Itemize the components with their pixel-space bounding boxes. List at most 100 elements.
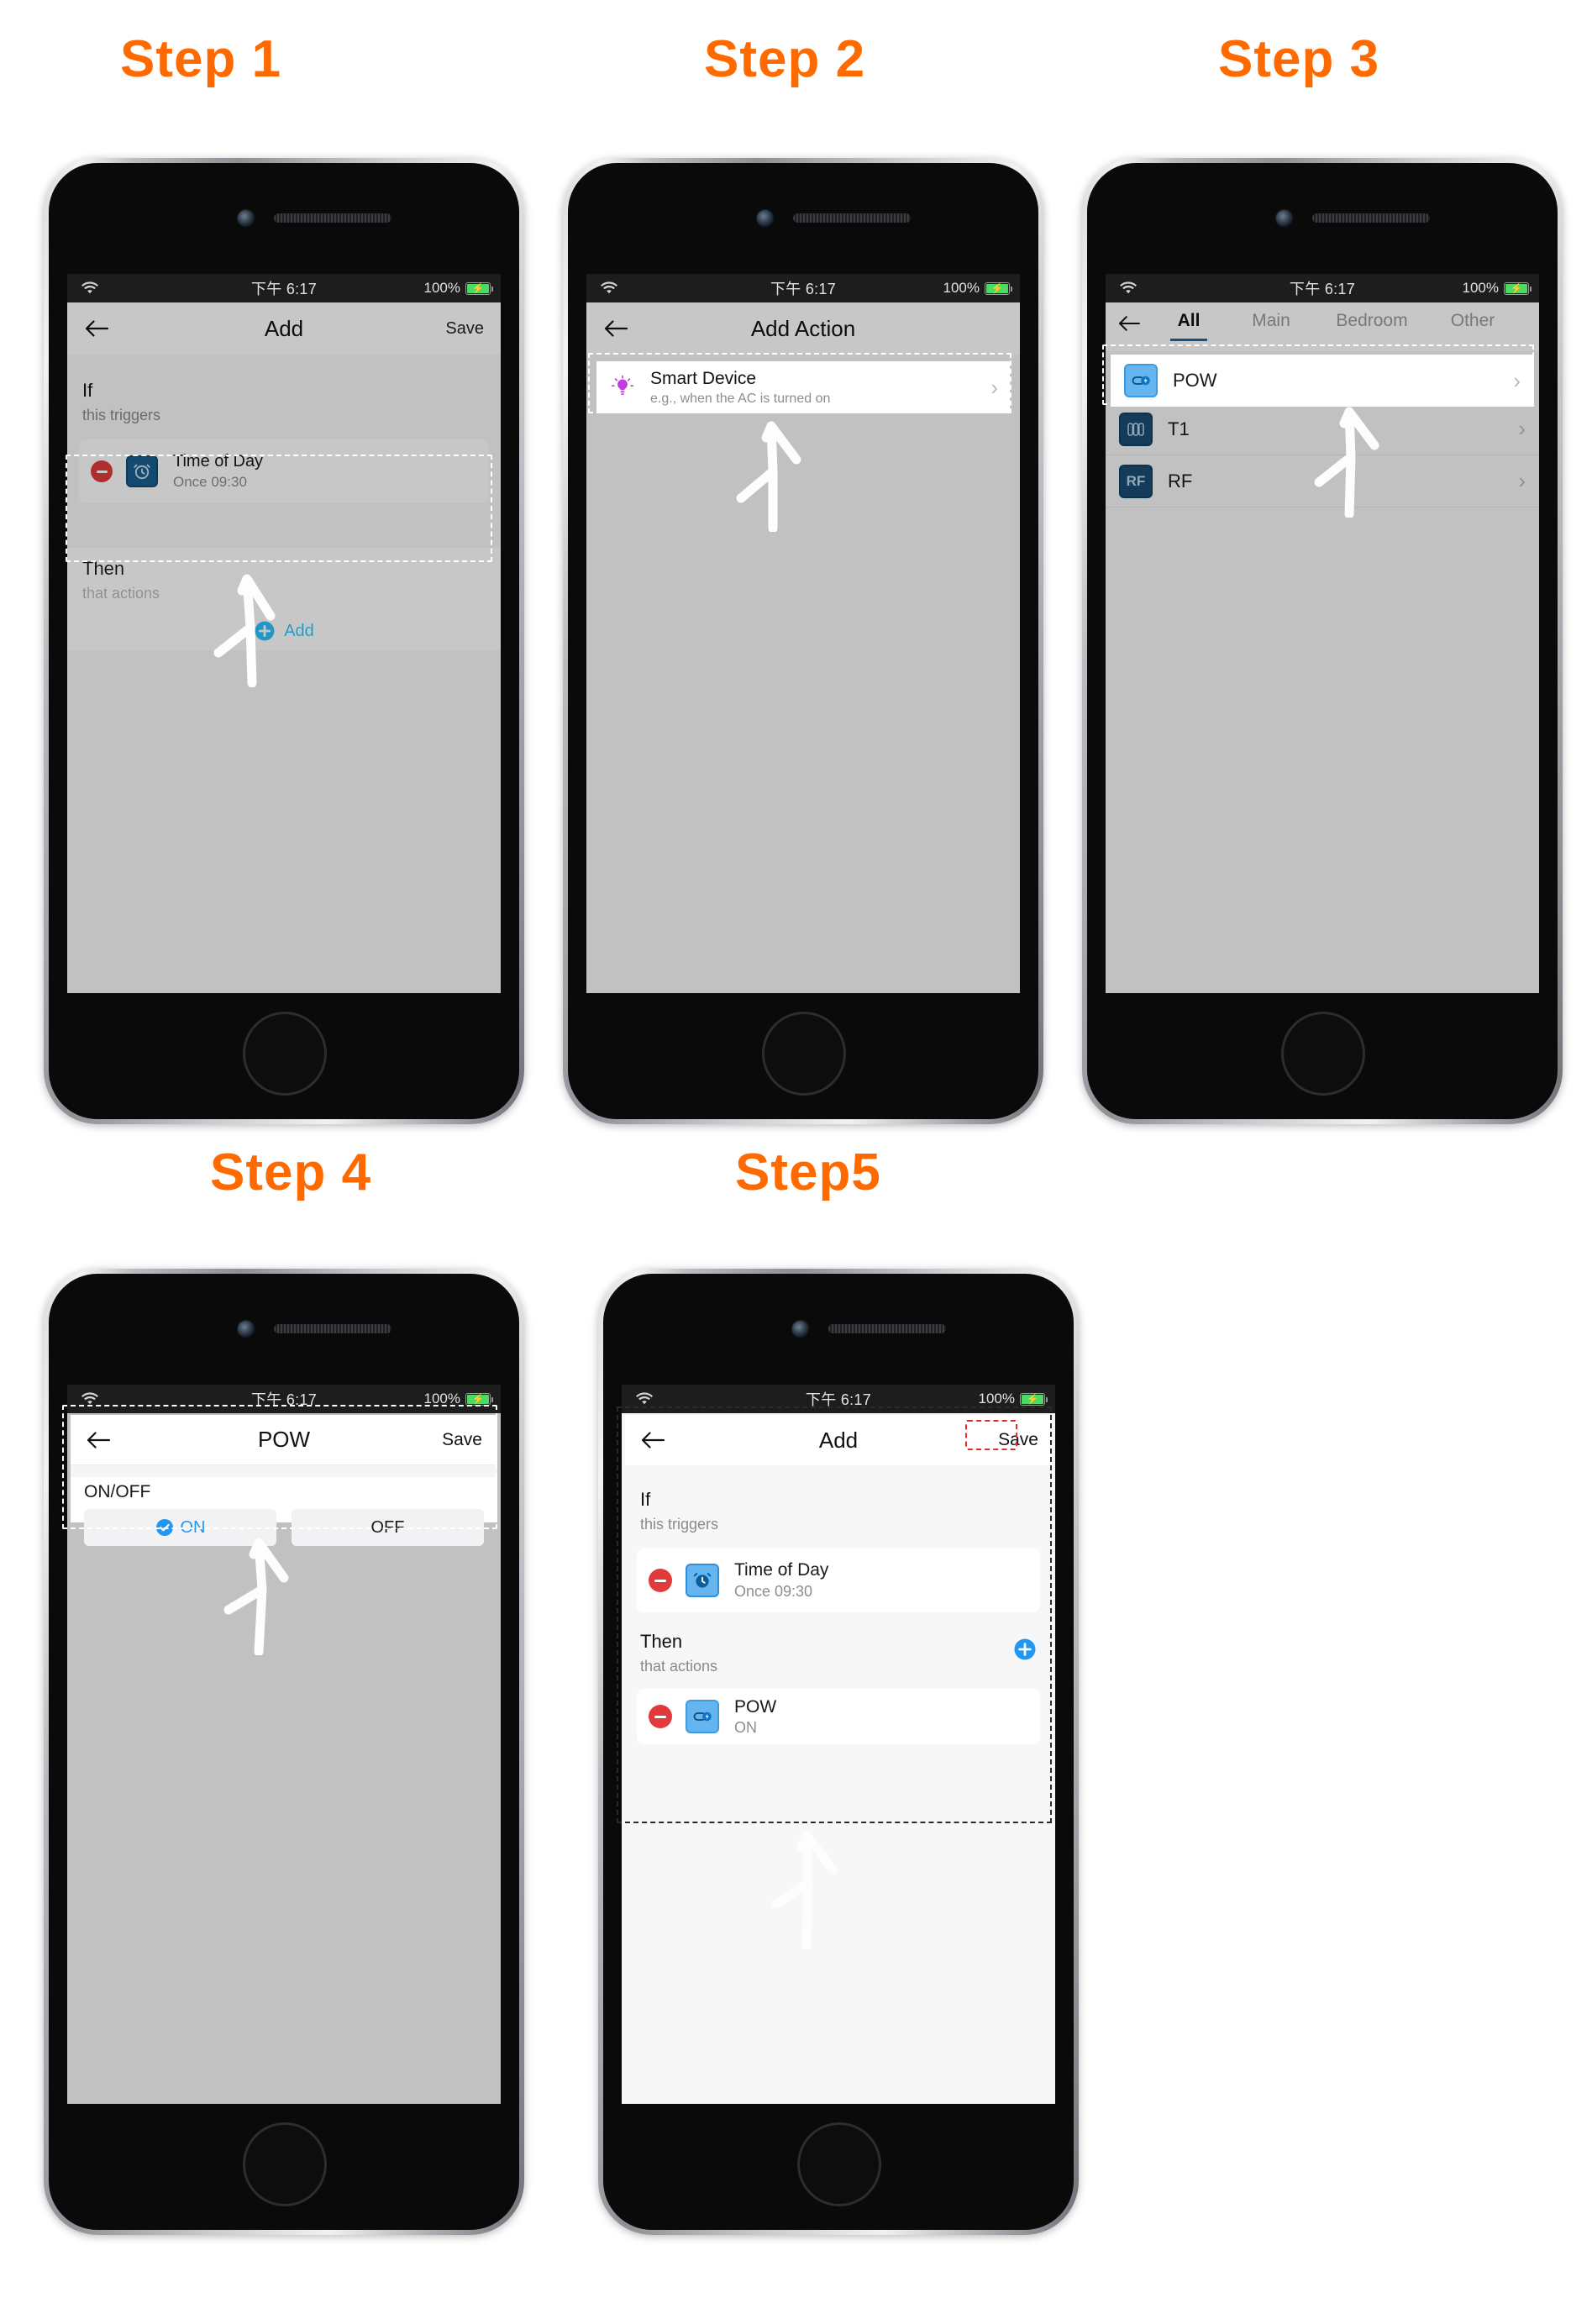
pow-panel: POW Save ON/OFF ON OFF — [71, 1415, 497, 1546]
remove-icon[interactable] — [649, 1705, 672, 1728]
add-action-icon-button[interactable] — [1013, 1638, 1037, 1661]
then-section-label: Then — [640, 1631, 683, 1652]
phone-frame-step-4: 下午 6:17 100% ⚡ POW Save ON/OFF ON OFF — [44, 1269, 524, 2235]
tab-other[interactable]: Other — [1426, 311, 1519, 331]
device-list-bg: T1 › RF RF › — [1106, 351, 1539, 993]
trigger-row[interactable]: Time of Day Once 09:30 — [637, 1548, 1040, 1612]
battery-icon: ⚡ — [465, 281, 493, 295]
home-button[interactable] — [243, 2122, 327, 2206]
device-row-pow[interactable]: POW › — [1111, 355, 1534, 407]
save-button[interactable]: Save — [998, 1430, 1038, 1450]
smart-plug-icon — [1124, 364, 1158, 397]
alarm-clock-icon — [686, 1564, 719, 1597]
onoff-options: ON OFF — [84, 1509, 484, 1546]
status-bar: 下午 6:17 100% ⚡ — [67, 274, 501, 302]
earpiece-speaker — [793, 213, 911, 223]
home-button[interactable] — [243, 1012, 327, 1096]
tab-bar-step-3: All Main Bedroom Other — [1106, 302, 1539, 351]
screen-step-2: 下午 6:17 100% ⚡ Add Action Smart Device e… — [586, 274, 1020, 993]
home-button[interactable] — [762, 1012, 846, 1096]
tab-all[interactable]: All — [1153, 311, 1225, 341]
plus-circle-icon — [254, 620, 276, 642]
add-action-label: Add — [284, 621, 314, 640]
if-section-subtitle: this triggers — [640, 1516, 719, 1533]
screen-step-3: 下午 6:17 100% ⚡ All Main Bedroom Other T1… — [1106, 274, 1539, 993]
plus-circle-icon — [1013, 1638, 1037, 1661]
wall-switch-icon — [1119, 412, 1153, 446]
battery-percent: 100% — [978, 1391, 1015, 1406]
onoff-group-label: ON/OFF — [84, 1482, 151, 1501]
screen-step-5: 下午 6:17 100% ⚡ Add Save If this triggers… — [622, 1385, 1055, 2104]
smart-plug-icon — [686, 1700, 719, 1733]
panel-spacer — [71, 1465, 497, 1477]
page-title: Add Action — [750, 315, 856, 341]
status-bar: 下午 6:17 100% ⚡ — [67, 1385, 501, 1413]
option-off[interactable]: OFF — [292, 1509, 484, 1546]
battery-icon: ⚡ — [1020, 1392, 1048, 1406]
save-button[interactable]: Save — [442, 1430, 482, 1450]
smart-device-subtitle: e.g., when the AC is turned on — [650, 391, 831, 406]
if-section-label: If — [640, 1489, 651, 1510]
smart-device-title: Smart Device — [650, 368, 757, 388]
trigger-row[interactable]: Time of Day Once 09:30 — [79, 439, 489, 503]
option-on[interactable]: ON — [84, 1509, 276, 1546]
action-title: POW — [734, 1696, 777, 1717]
front-camera-icon — [237, 1320, 255, 1338]
option-on-label: ON — [180, 1517, 206, 1537]
then-section-subtitle: that actions — [640, 1658, 718, 1675]
status-bar: 下午 6:17 100% ⚡ — [1106, 274, 1539, 302]
add-action-button[interactable]: Add — [67, 612, 501, 650]
front-camera-icon — [756, 209, 775, 228]
tab-other-label: Other — [1450, 311, 1495, 330]
step-5-title: Step5 — [735, 1144, 881, 1201]
rf-bridge-icon: RF — [1119, 464, 1153, 498]
remove-icon[interactable] — [91, 460, 113, 482]
tab-bedroom-label: Bedroom — [1336, 311, 1408, 330]
nav-bar-step-4: POW Save — [71, 1415, 497, 1465]
earpiece-speaker — [274, 213, 391, 223]
if-section-subtitle: this triggers — [82, 407, 161, 423]
action-subtitle: ON — [734, 1718, 757, 1736]
content-step-1: If this triggers Time of Day Once 09:30 — [67, 355, 501, 993]
phone-frame-step-3: 下午 6:17 100% ⚡ All Main Bedroom Other T1… — [1082, 158, 1563, 1124]
lightbulb-icon — [608, 373, 637, 402]
action-row[interactable]: POW ON — [637, 1689, 1040, 1744]
content-step-5: Add Save If this triggers Time of Day On… — [622, 1413, 1055, 2104]
battery-percent: 100% — [1462, 280, 1499, 296]
then-section-subtitle: that actions — [82, 585, 160, 602]
device-row-t1[interactable]: T1 › — [1106, 403, 1539, 455]
home-button[interactable] — [1281, 1012, 1365, 1096]
nav-bar-step-5: Add Save — [625, 1415, 1052, 1465]
tab-bedroom[interactable]: Bedroom — [1317, 311, 1426, 331]
front-camera-icon — [1275, 209, 1294, 228]
back-arrow-icon[interactable] — [1117, 314, 1141, 333]
tab-main[interactable]: Main — [1225, 311, 1317, 331]
chevron-right-icon: › — [1513, 367, 1521, 393]
page-title: Add — [818, 1427, 859, 1453]
smart-device-row[interactable]: Smart Device e.g., when the AC is turned… — [596, 361, 1010, 413]
step-2-title: Step 2 — [704, 30, 866, 88]
remove-icon[interactable] — [649, 1569, 672, 1592]
front-camera-icon — [237, 209, 255, 228]
status-bar: 下午 6:17 100% ⚡ — [622, 1385, 1055, 1413]
page-title: Add — [264, 315, 304, 341]
if-section-label: If — [82, 380, 93, 401]
battery-percent: 100% — [423, 1391, 460, 1406]
chevron-right-icon: › — [1518, 468, 1526, 493]
front-camera-icon — [791, 1320, 810, 1338]
device-name-rf: RF — [1168, 470, 1193, 492]
battery-icon: ⚡ — [465, 1392, 493, 1406]
earpiece-speaker — [274, 1324, 391, 1333]
device-row-rf[interactable]: RF RF › — [1106, 455, 1539, 507]
step-3-title: Step 3 — [1218, 30, 1380, 88]
status-bar: 下午 6:17 100% ⚡ — [586, 274, 1020, 302]
check-circle-icon — [155, 1518, 174, 1537]
home-button[interactable] — [797, 2122, 881, 2206]
device-name-pow: POW — [1173, 370, 1217, 391]
option-off-label: OFF — [370, 1517, 405, 1537]
then-block: Then that actions Add — [67, 548, 501, 650]
save-button[interactable]: Save — [445, 319, 484, 339]
alarm-clock-icon — [126, 455, 158, 487]
tab-main-label: Main — [1252, 311, 1290, 330]
chevron-right-icon: › — [1518, 416, 1526, 441]
